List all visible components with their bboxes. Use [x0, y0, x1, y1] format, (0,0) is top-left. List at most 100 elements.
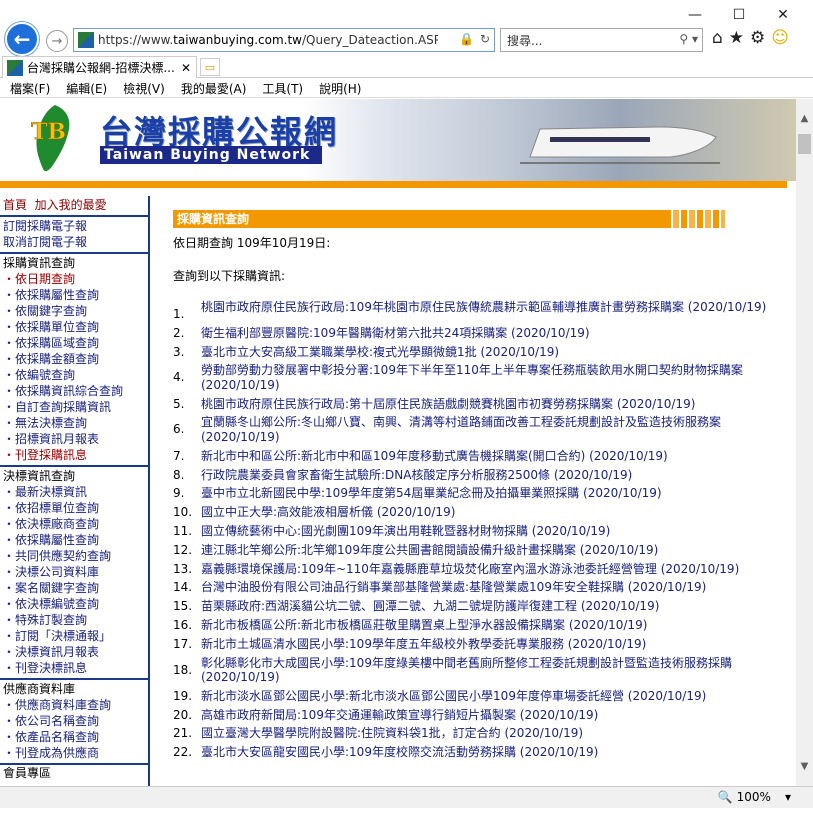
- result-link[interactable]: 新北市淡水區鄧公國民小學:新北市淡水區鄧公國民小學109年度停車場委託經營 (2…: [201, 689, 706, 704]
- sidebar-procurement-item[interactable]: ・依關鍵字查詢: [3, 303, 148, 319]
- sidebar-award-item[interactable]: ・共同供應契約查詢: [3, 548, 148, 564]
- result-link[interactable]: 國立臺灣大學醫學院附設醫院:住院資料袋1批，訂定合約 (2020/10/19): [201, 726, 583, 741]
- sidebar-procurement-item[interactable]: ・刊登採購訊息: [3, 447, 148, 463]
- sidebar-group-subscribe: 訂閱採購電子報 取消訂閱電子報: [0, 217, 148, 254]
- result-link[interactable]: 勞動部勞動力發展署中彰投分署:109年下半年至110年上半年專案任務瓶裝飲用水開…: [201, 363, 788, 392]
- search-icon[interactable]: ⚲ ▾: [679, 32, 698, 46]
- sidebar-award-heading[interactable]: 決標資訊查詢: [3, 468, 148, 484]
- result-link[interactable]: 桃園市政府原住民族行政局:109年桃園市原住民族傳統農耕示範區輔導推廣計畫勞務採…: [201, 300, 766, 322]
- minimize-icon[interactable]: —: [673, 4, 717, 26]
- lock-icon[interactable]: 🔒: [459, 32, 474, 46]
- sidebar-procurement-heading[interactable]: 採購資訊查詢: [3, 255, 148, 271]
- scroll-down-icon[interactable]: ▼: [796, 761, 813, 772]
- result-link[interactable]: 國立中正大學:高效能液相層析儀 (2020/10/19): [201, 505, 455, 520]
- vertical-scrollbar[interactable]: ▲ ▼: [796, 99, 813, 786]
- sidebar-group-member: 會員專區: [0, 765, 148, 781]
- result-link[interactable]: 新北市中和區公所:新北市中和區109年度移動式廣告機採購案(開口合約) (202…: [201, 449, 668, 464]
- settings-gear-icon[interactable]: ⚙: [750, 28, 765, 48]
- scroll-up-icon[interactable]: ▲: [796, 113, 813, 124]
- sidebar-procurement-item[interactable]: ・依採購單位查詢: [3, 319, 148, 335]
- result-link[interactable]: 臺中市立北新國民中學:109學年度第54屆畢業紀念冊及拍攝畢業照採購 (2020…: [201, 486, 662, 501]
- smiley-feedback-icon[interactable]: ☺: [771, 28, 789, 48]
- list-item: 3. 臺北市立大安高級工業職業學校:複式光學顯微鏡1批 (2020/10/19): [173, 344, 560, 360]
- sidebar-supplier-item[interactable]: ・刊登成為供應商: [3, 745, 148, 761]
- sidebar-procurement-item[interactable]: ・依採購區域查詢: [3, 335, 148, 351]
- svg-text:TB: TB: [31, 119, 66, 145]
- menu-tools[interactable]: 工具(T): [262, 80, 303, 97]
- sidebar-member-heading[interactable]: 會員專區: [3, 765, 148, 781]
- result-link[interactable]: 新北市板橋區公所:新北市板橋區莊敬里購置桌上型淨水器設備採購案 (2020/10…: [201, 618, 647, 633]
- search-input[interactable]: 搜尋...: [507, 32, 542, 49]
- sidebar-group-supplier: 供應商資料庫 ・供應商資料庫查詢 ・依公司名稱查詢 ・依產品名稱查詢 ・刊登成為…: [0, 680, 148, 765]
- sidebar-group-award: 決標資訊查詢 ・最新決標資訊 ・依招標單位查詢 ・依決標廠商查詢 ・依採購屬性查…: [0, 467, 148, 680]
- favorites-star-icon[interactable]: ★: [729, 28, 744, 48]
- result-link[interactable]: 國立傳統藝術中心:國光劇團109年演出用鞋靴暨器材財物採購 (2020/10/1…: [201, 524, 610, 539]
- sidebar-award-item[interactable]: ・決標資訊月報表: [3, 644, 148, 660]
- refresh-icon[interactable]: ↻: [480, 32, 490, 46]
- sidebar-award-item[interactable]: ・決標公司資料庫: [3, 564, 148, 580]
- result-link[interactable]: 臺北市立大安高級工業職業學校:複式光學顯微鏡1批 (2020/10/19): [201, 345, 559, 360]
- sidebar-supplier-item[interactable]: ・依公司名稱查詢: [3, 713, 148, 729]
- maximize-icon[interactable]: ☐: [717, 4, 761, 26]
- result-link[interactable]: 台灣中油股份有限公司油品行銷事業部基隆營業處:基隆營業處109年安全鞋採購 (2…: [201, 580, 706, 595]
- sidebar-procurement-item[interactable]: ・依採購金額查詢: [3, 351, 148, 367]
- menu-view[interactable]: 檢視(V): [123, 80, 165, 97]
- back-button[interactable]: ←: [5, 22, 39, 56]
- result-link[interactable]: 行政院農業委員會家畜衛生試驗所:DNA核酸定序分析服務2500條 (2020/1…: [201, 468, 632, 483]
- result-link[interactable]: 桃園市政府原住民族行政局:第十屆原住民族語戲劇競賽桃園市初賽勞務採購案 (202…: [201, 397, 695, 412]
- result-link[interactable]: 彰化縣彰化市大成國民小學:109年度綠美樓中間老舊廁所整修工程委託規劃設計暨監造…: [201, 656, 788, 685]
- tab-active[interactable]: 台灣採購公報網-招標決標... ✕: [2, 56, 197, 78]
- sidebar-procurement-item[interactable]: ・依採購資訊綜合查詢: [3, 383, 148, 399]
- sidebar-award-item[interactable]: ・訂閱「決標通報」: [3, 628, 148, 644]
- result-link[interactable]: 衛生福利部豐原醫院:109年醫購衛材第六批共24項採購案 (2020/10/19…: [201, 326, 590, 341]
- menu-file[interactable]: 檔案(F): [10, 80, 50, 97]
- forward-button[interactable]: →: [46, 30, 68, 52]
- sidebar-award-item[interactable]: ・刊登決標訊息: [3, 660, 148, 676]
- menu-edit[interactable]: 編輯(E): [66, 80, 107, 97]
- sidebar-procurement-item[interactable]: ・招標資訊月報表: [3, 431, 148, 447]
- sidebar-procurement-item[interactable]: ・依編號查詢: [3, 367, 148, 383]
- home-icon[interactable]: ⌂: [712, 28, 723, 48]
- tab-close-icon[interactable]: ✕: [181, 61, 191, 75]
- sidebar-procurement-item[interactable]: ・依日期查詢: [3, 271, 148, 287]
- search-box[interactable]: 搜尋... ⚲ ▾: [500, 28, 703, 52]
- sidebar-unsubscribe-link[interactable]: 取消訂閱電子報: [3, 234, 148, 250]
- sidebar-supplier-item[interactable]: ・供應商資料庫查詢: [3, 697, 148, 713]
- zoom-control[interactable]: 🔍 100% ▾: [718, 790, 791, 804]
- menu-help[interactable]: 說明(H): [319, 80, 361, 97]
- result-link[interactable]: 苗栗縣政府:西湖溪貓公坑二號、圓潭二號、九湖二號堤防護岸復建工程 (2020/1…: [201, 599, 659, 614]
- result-link[interactable]: 臺北市大安區龍安國民小學:109年度校際交流活動勞務採購 (2020/10/19…: [201, 745, 598, 760]
- sidebar-procurement-item[interactable]: ・無法決標查詢: [3, 415, 148, 431]
- sidebar-supplier-heading[interactable]: 供應商資料庫: [3, 681, 148, 697]
- sidebar-award-item[interactable]: ・特殊訂製查詢: [3, 612, 148, 628]
- sidebar-home-link[interactable]: 首頁: [3, 198, 27, 212]
- scroll-thumb[interactable]: [798, 134, 811, 154]
- address-bar[interactable]: https://www.taiwanbuying.com.tw/Query_Da…: [73, 28, 495, 52]
- list-item: 1. 桃園市政府原住民族行政局:109年桃園市原住民族傳統農耕示範區輔導推廣計畫勞…: [173, 300, 767, 322]
- results-list: 1. 桃園市政府原住民族行政局:109年桃園市原住民族傳統農耕示範區輔導推廣計畫勞…: [173, 300, 788, 760]
- address-icons: 🔒 ↻: [459, 32, 490, 46]
- sidebar-group-procurement: 採購資訊查詢 ・依日期查詢 ・依採購屬性查詢 ・依關鍵字查詢 ・依採購單位查詢 …: [0, 254, 148, 467]
- result-link[interactable]: 連江縣北竿鄉公所:北竿鄉109年度公共圖書館閱讀設備升級計畫採購案 (2020/…: [201, 543, 658, 558]
- result-link[interactable]: 宜蘭縣冬山鄉公所:冬山鄉八寶、南興、清溝等村道路鋪面改善工程委託規劃設計及監造技…: [201, 415, 788, 444]
- result-link[interactable]: 新北市土城區清水國民小學:109學年度五年級校外教學委託專業服務 (2020/1…: [201, 637, 646, 652]
- sidebar-award-item[interactable]: ・最新決標資訊: [3, 484, 148, 500]
- menu-favorites[interactable]: 我的最愛(A): [181, 80, 247, 97]
- result-link[interactable]: 高雄市政府新聞局:109年交通運輸政策宣導行銷短片攝製案 (2020/10/19…: [201, 708, 598, 723]
- sidebar-award-item[interactable]: ・依招標單位查詢: [3, 500, 148, 516]
- sidebar-subscribe-link[interactable]: 訂閱採購電子報: [3, 218, 148, 234]
- sidebar-award-item[interactable]: ・依決標編號查詢: [3, 596, 148, 612]
- tab-favicon-icon: [7, 59, 23, 76]
- sidebar-procurement-item[interactable]: ・依採購屬性查詢: [3, 287, 148, 303]
- sidebar-award-item[interactable]: ・依決標廠商查詢: [3, 516, 148, 532]
- sidebar-add-favorite-link[interactable]: 加入我的最愛: [35, 198, 107, 212]
- sidebar-supplier-item[interactable]: ・依產品名稱查詢: [3, 729, 148, 745]
- new-tab-button[interactable]: ▭: [200, 58, 220, 76]
- close-icon[interactable]: ✕: [761, 4, 805, 26]
- sidebar-award-item[interactable]: ・案名關鍵字查詢: [3, 580, 148, 596]
- sidebar-award-item[interactable]: ・依採購屬性查詢: [3, 532, 148, 548]
- sidebar-procurement-item[interactable]: ・自訂查詢採購資訊: [3, 399, 148, 415]
- list-item: 14. 台灣中油股份有限公司油品行銷事業部基隆營業處:基隆營業處109年安全鞋採購…: [173, 580, 707, 595]
- chevron-down-icon[interactable]: ▾: [785, 790, 791, 804]
- result-link[interactable]: 嘉義縣環境保護局:109年~110年嘉義縣鹿草垃圾焚化廠室內溫水游泳池委託經營管…: [201, 562, 739, 577]
